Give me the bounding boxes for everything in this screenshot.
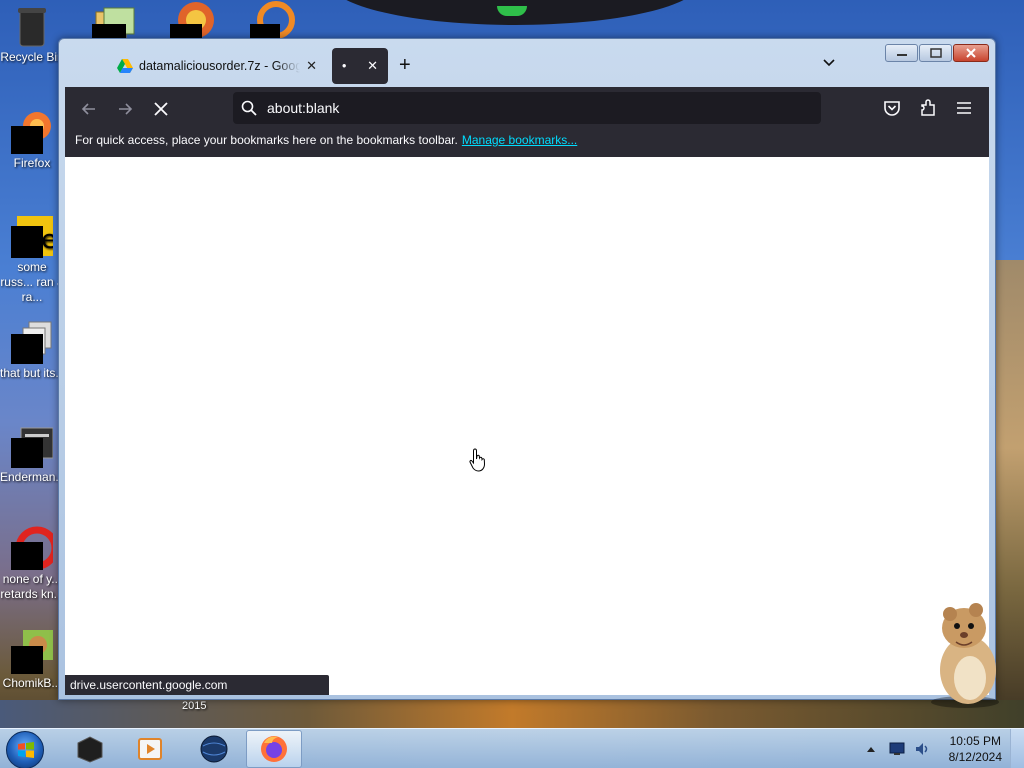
new-tab-button[interactable]: + — [399, 55, 411, 75]
hand-cursor-icon — [469, 448, 486, 472]
desktop-year-label: 2015 — [182, 700, 207, 712]
stop-icon — [154, 102, 168, 116]
desktop-icon-recycle-bin[interactable]: Recycle Bin — [0, 4, 64, 65]
network-icon[interactable] — [889, 742, 905, 756]
browser-window: datamaliciousorder.7z - Google Drive ✕ •… — [58, 38, 996, 700]
hamburger-menu-icon — [957, 102, 971, 114]
tab-google-drive[interactable]: datamaliciousorder.7z - Google Drive ✕ — [109, 48, 325, 84]
arrow-right-icon — [119, 103, 133, 115]
back-button[interactable] — [77, 97, 101, 121]
app-menu-button[interactable] — [953, 97, 975, 119]
search-icon — [241, 100, 257, 116]
clock-time: 10:05 PM — [949, 734, 1001, 748]
start-button[interactable] — [6, 731, 44, 768]
desktop-icon-label: none of y... retards kn... — [0, 572, 64, 601]
browser-toolbar: For quick access, place your bookmarks h… — [65, 87, 989, 157]
tab-close-icon[interactable]: ✕ — [367, 58, 378, 74]
desktop-icon-label: Recycle Bin — [0, 50, 64, 64]
show-hidden-icons-button[interactable] — [866, 744, 875, 754]
url-input[interactable] — [267, 100, 821, 116]
firefox-icon — [11, 110, 53, 156]
page-content[interactable]: drive.usercontent.google.com — [65, 157, 989, 695]
desktop-icon-opera[interactable]: none of y... retards kn... — [0, 526, 64, 602]
volume-icon[interactable] — [915, 742, 931, 756]
desktop-icon-chomik[interactable]: ChomikB... — [0, 630, 64, 691]
tab-close-icon[interactable]: ✕ — [306, 58, 317, 74]
desktop-icon-label: that but its... — [0, 366, 64, 380]
tab-title: datamaliciousorder.7z - Google Drive — [139, 59, 301, 73]
recycle-bin-icon — [11, 4, 53, 48]
desktop-wallpaper-horizon — [0, 700, 1024, 730]
taskbar: 10:05 PM 8/12/2024 — [0, 728, 1024, 768]
pocket-icon — [884, 101, 900, 116]
hamster-desktop-pet — [931, 603, 999, 708]
address-bar[interactable] — [233, 92, 821, 124]
document-icon: e — [11, 214, 57, 258]
chevron-down-icon — [823, 59, 835, 67]
desktop-icon-label: ChomikB... — [2, 676, 62, 690]
desktop-icon-files[interactable]: that but its... — [0, 320, 64, 381]
windows-logo-icon — [18, 742, 34, 758]
desktop-icon-firefox[interactable]: Firefox — [0, 110, 64, 171]
desktop-icon-top-app[interactable] — [250, 0, 298, 40]
taskbar-firefox[interactable] — [246, 730, 302, 768]
desktop-icon-top-files[interactable] — [92, 0, 140, 40]
arrow-left-icon — [81, 103, 95, 115]
chevron-up-icon — [866, 747, 875, 752]
status-panel-url: drive.usercontent.google.com — [65, 675, 329, 695]
puzzle-icon — [921, 99, 935, 116]
manage-bookmarks-link[interactable]: Manage bookmarks... — [462, 133, 577, 147]
system-tray: 10:05 PM 8/12/2024 — [866, 729, 1002, 768]
hamster-app-icon — [11, 630, 53, 674]
bookmarks-toolbar: For quick access, place your bookmarks h… — [75, 133, 577, 147]
files-icon — [11, 320, 53, 364]
taskbar-terminal[interactable] — [62, 730, 118, 768]
terminal-icon — [77, 736, 103, 763]
firefox-icon — [261, 736, 287, 762]
pocket-button[interactable] — [881, 97, 903, 119]
desktop-icon-top-player[interactable] — [170, 0, 218, 40]
desktop-icon-label: Firefox — [13, 156, 51, 170]
taskbar-globe[interactable] — [186, 730, 242, 768]
media-player-icon — [138, 738, 162, 760]
stop-loading-button[interactable] — [149, 97, 173, 121]
app-icon — [11, 424, 54, 468]
google-drive-icon — [117, 59, 133, 73]
bookmarks-toolbar-hint: For quick access, place your bookmarks h… — [75, 133, 458, 147]
tab-loading-icon: • — [342, 59, 347, 73]
extensions-button[interactable] — [917, 97, 939, 119]
show-desktop-button[interactable] — [1010, 729, 1024, 768]
globe-icon — [200, 735, 228, 763]
tab-blank[interactable]: • ✕ — [332, 48, 388, 84]
list-all-tabs-button[interactable] — [821, 55, 837, 71]
taskbar-media-player[interactable] — [122, 730, 178, 768]
desktop-icon-document[interactable]: e some russ... ran a ra... — [0, 214, 64, 305]
opera-icon — [11, 526, 59, 570]
clock[interactable]: 10:05 PM 8/12/2024 — [949, 733, 1002, 765]
clock-date: 8/12/2024 — [948, 750, 1002, 764]
forward-button[interactable] — [113, 97, 137, 121]
desktop-icon-label: Enderman... — [0, 470, 64, 484]
desktop-icon-label: some russ... ran a ra... — [0, 260, 64, 304]
desktop-icon-enderman[interactable]: Enderman... — [0, 424, 64, 485]
tab-strip: datamaliciousorder.7z - Google Drive ✕ •… — [59, 39, 995, 87]
